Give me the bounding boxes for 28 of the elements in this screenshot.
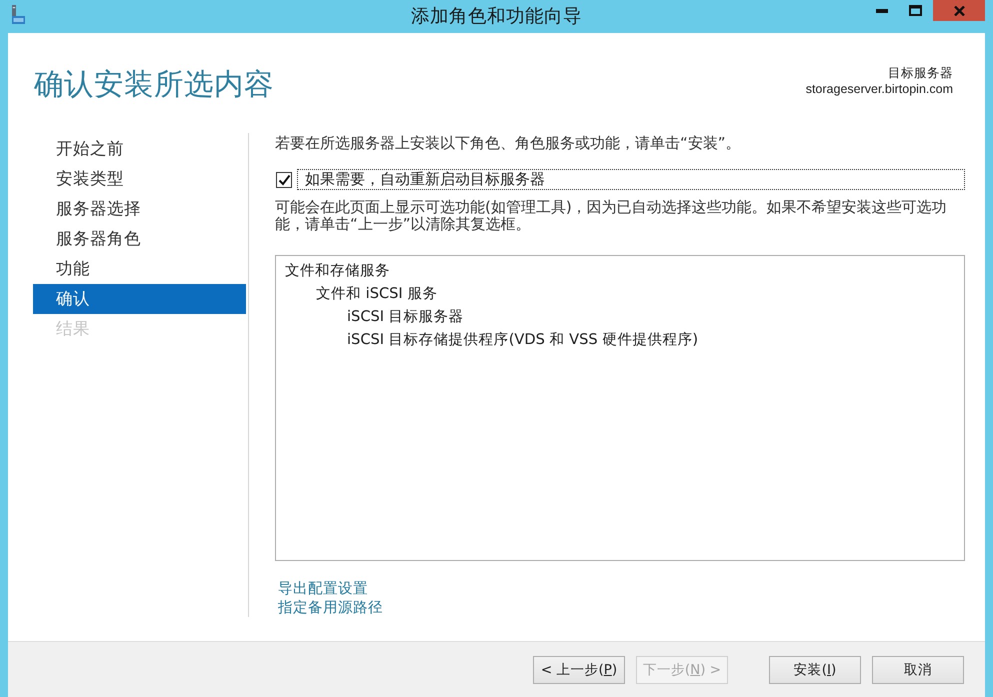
tree-item: iSCSI 目标服务器 [346, 307, 465, 327]
sidebar-step[interactable]: 确认 [33, 284, 246, 314]
checkbox-label[interactable]: 如果需要，自动重新启动目标服务器 [297, 169, 965, 190]
sidebar-step[interactable]: 服务器角色 [33, 224, 246, 254]
tree-item: 文件和存储服务 [285, 261, 391, 281]
sidebar-step[interactable]: 开始之前 [33, 134, 246, 164]
tree-item: iSCSI 目标存储提供程序(VDS 和 VSS 硬件提供程序) [346, 330, 700, 350]
link[interactable]: 导出配置设置 [278, 579, 368, 598]
previous-button[interactable]: < 上一步(P) [533, 656, 625, 684]
checkbox[interactable] [276, 172, 292, 188]
install-button[interactable]: 安装(I) [769, 656, 861, 684]
sidebar-step[interactable]: 服务器选择 [33, 194, 246, 224]
note-text: 可能会在此页面上显示可选功能(如管理工具)，因为已自动选择这些功能。如果不希望安装这些可选功能，请单击“上一步”以清除其复选框。 [275, 199, 948, 233]
intro-text: 若要在所选服务器上安装以下角色、角色服务或功能，请单击“安装”。 [275, 133, 742, 153]
cancel-button[interactable]: 取消 [872, 656, 964, 684]
target-server-label: 目标服务器 [888, 64, 953, 81]
minimize-icon [876, 8, 888, 12]
link[interactable]: 指定备用源路径 [278, 598, 383, 617]
close-icon [954, 6, 964, 16]
close-button[interactable] [933, 0, 985, 21]
sidebar-step[interactable]: 功能 [33, 254, 246, 284]
window-title: 添加角色和功能向导 [411, 5, 582, 29]
tree-item: 文件和 iSCSI 服务 [315, 284, 438, 304]
sidebar-step[interactable]: 安装类型 [33, 164, 246, 194]
page-title: 确认安装所选内容 [34, 66, 274, 102]
target-server-name: storageserver.birtopin.com [806, 81, 953, 98]
server-manager-icon [11, 5, 26, 25]
maximize-icon [909, 5, 922, 16]
